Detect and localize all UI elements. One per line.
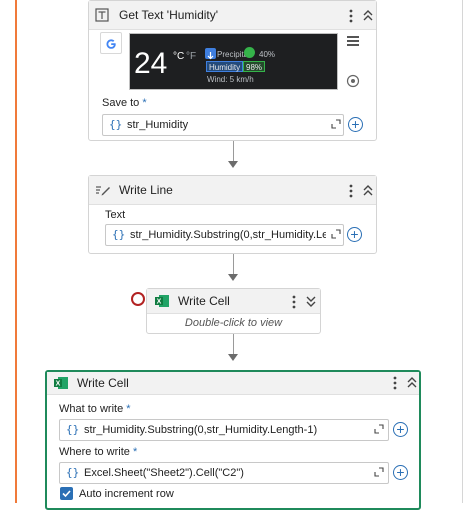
sequence-border-line <box>15 0 17 503</box>
what-to-write-field[interactable]: {} str_Humidity.Substring(0,str_Humidity… <box>59 419 389 441</box>
humidity-value-highlight: 98% <box>243 61 266 72</box>
scroll-track[interactable] <box>462 0 463 503</box>
get-text-title: Get Text 'Humidity' <box>119 8 219 22</box>
plus-icon[interactable]: + <box>348 117 363 132</box>
checkmark-icon <box>62 490 71 498</box>
flow-arrow-icon <box>228 354 238 361</box>
flow-arrow-icon <box>228 161 238 168</box>
auto-increment-checkbox[interactable] <box>60 487 73 500</box>
breakpoint-icon[interactable] <box>131 292 145 306</box>
plus-icon[interactable]: + <box>393 422 408 437</box>
what-to-write-label: What to write * <box>59 403 131 415</box>
indicated-element-screenshot: 24 °C °F Precipitat 40% Humidity 98% Win… <box>129 33 338 90</box>
write-cell-collapsed-activity[interactable]: X Write Cell Double-click to view <box>146 288 321 334</box>
text-label: Text <box>105 209 126 221</box>
temperature-value: 24 <box>134 47 168 80</box>
precipitation-value: 40% <box>259 50 276 59</box>
auto-increment-label: Auto increment row <box>79 488 174 500</box>
menu-icon[interactable] <box>346 35 360 47</box>
get-text-header[interactable]: Get Text 'Humidity' <box>89 1 376 30</box>
anchor-marker-icon <box>205 48 216 60</box>
unit-celsius: °C <box>173 51 185 62</box>
write-cell-collapsed-title: Write Cell <box>178 294 230 308</box>
expression-braces-icon: {} <box>112 228 126 241</box>
collapse-icon[interactable] <box>362 184 374 197</box>
more-options-icon[interactable] <box>349 184 353 198</box>
flow-arrow-icon <box>228 274 238 281</box>
write-line-header[interactable]: Write Line <box>89 176 376 205</box>
plus-icon[interactable]: + <box>393 465 408 480</box>
collapse-icon[interactable] <box>362 9 374 22</box>
target-marker-icon <box>244 47 255 58</box>
google-browser-icon[interactable] <box>100 32 122 54</box>
more-options-icon[interactable] <box>393 376 397 390</box>
more-options-icon[interactable] <box>349 9 353 23</box>
expand-editor-icon[interactable] <box>331 119 341 129</box>
expand-icon[interactable] <box>305 295 317 308</box>
get-text-icon <box>95 8 109 22</box>
expand-editor-icon[interactable] <box>374 467 384 477</box>
text-value: str_Humidity.Substring(0,str_Humidity.Le… <box>130 229 326 241</box>
flow-connector <box>233 254 234 274</box>
more-options-icon[interactable] <box>292 295 296 309</box>
wind-text: Wind: 5 km/h <box>207 75 254 84</box>
plus-icon[interactable]: + <box>347 227 362 242</box>
write-cell-selected-activity[interactable]: X Write Cell What to write * {} str_Humi… <box>45 370 421 510</box>
write-cell-selected-title: Write Cell <box>77 376 129 390</box>
expression-braces-icon: {} <box>109 118 123 131</box>
expression-braces-icon: {} <box>66 423 80 436</box>
svg-text:X: X <box>56 381 61 388</box>
unit-fahrenheit: °F <box>186 51 197 62</box>
write-line-title: Write Line <box>119 183 173 197</box>
svg-text:X: X <box>157 299 162 306</box>
what-to-write-value: str_Humidity.Substring(0,str_Humidity.Le… <box>84 424 318 436</box>
write-line-icon <box>96 186 110 196</box>
where-to-write-field[interactable]: {} Excel.Sheet("Sheet2").Cell("C2") <box>59 462 389 484</box>
expand-editor-icon[interactable] <box>374 424 384 434</box>
expression-braces-icon: {} <box>66 466 80 479</box>
where-to-write-label: Where to write * <box>59 446 138 458</box>
indicate-target-icon[interactable] <box>346 74 360 88</box>
double-click-hint: Double-click to view <box>184 317 283 329</box>
write-cell-selected-header[interactable]: X Write Cell <box>47 372 419 395</box>
save-to-value: str_Humidity <box>127 119 189 131</box>
collapse-icon[interactable] <box>406 376 418 389</box>
flow-connector <box>233 141 234 161</box>
expand-editor-icon[interactable] <box>331 229 341 239</box>
save-to-label: Save to * <box>102 97 147 109</box>
where-to-write-value: Excel.Sheet("Sheet2").Cell("C2") <box>84 467 244 479</box>
get-text-activity[interactable]: Get Text 'Humidity' 24 °C °F Precipitat … <box>88 0 377 141</box>
text-field[interactable]: {} str_Humidity.Substring(0,str_Humidity… <box>105 224 344 246</box>
write-line-activity[interactable]: Write Line Text {} str_Humidity.Substrin… <box>88 175 377 254</box>
save-to-field[interactable]: {} str_Humidity <box>102 114 344 136</box>
humidity-label-highlight: Humidity <box>206 61 244 72</box>
flow-connector <box>233 334 234 354</box>
excel-icon: X <box>54 377 68 389</box>
excel-icon: X <box>155 295 169 307</box>
